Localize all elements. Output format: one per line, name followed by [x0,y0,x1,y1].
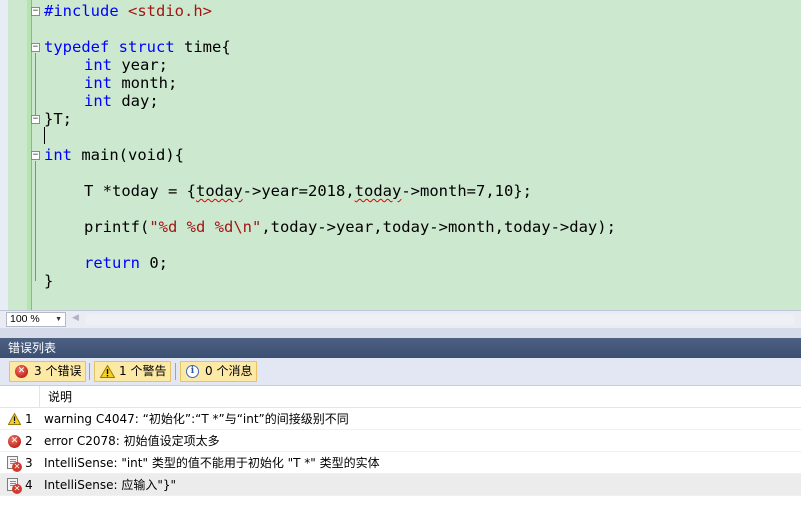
row-description: IntelliSense: 应输入"}" [44,478,177,492]
row-description: warning C4047: “初始化”:“T *”与“int”的间接级别不同 [44,412,349,426]
include-path: <stdio.h> [128,2,212,20]
main-fold-line [35,161,36,281]
errors-filter-label: 3 个错误 [34,364,82,378]
intellisense-error-icon: ✕ [7,478,22,494]
field-year: year; [112,56,168,74]
code-line-5[interactable]: int month; [84,74,177,92]
code-line-9[interactable]: int main(void){ [44,146,184,164]
struct-name: time{ [174,38,231,56]
code-line-6[interactable]: int day; [84,92,159,110]
messages-filter-label: 0 个消息 [205,364,253,378]
header-spacer [0,386,40,408]
collapse-struct-icon[interactable]: − [31,43,40,52]
struct-close: }T; [44,110,72,128]
decl-month-init: ->month=7,10}; [401,182,532,200]
warning-icon [100,365,115,378]
squiggle-today-2: today [354,182,402,200]
editor-margin [0,0,8,310]
code-line-7[interactable]: }T; [44,110,72,128]
int-keyword: int [84,92,112,110]
int-keyword: int [84,74,112,92]
format-string: "%d %d %d\n" [149,218,262,236]
printf-call: printf( [84,218,150,236]
squiggle-today-1: today [196,182,243,200]
field-month: month; [112,74,178,92]
return-keyword: return [84,254,140,272]
warnings-filter-label: 1 个警告 [119,364,167,378]
collapse-struct-end-icon[interactable]: − [31,115,40,124]
code-editor[interactable]: − − − − #include <stdio.h> typedef struc… [0,0,801,310]
error-list-table: 说明 1 warning C4047: “初始化”:“T *”与“int”的间接… [0,386,801,506]
return-value: 0; [140,254,168,272]
text-caret [44,127,45,144]
table-row[interactable]: 1 warning C4047: “初始化”:“T *”与“int”的间接级别不… [0,408,801,430]
horizontal-scrollbar[interactable] [86,314,794,325]
intellisense-error-icon: ✕ [7,456,22,472]
row-number: 4 [25,478,33,492]
code-line-4[interactable]: int year; [84,56,168,74]
table-header: 说明 [0,386,801,408]
code-line-13[interactable]: printf("%d %d %d\n",today->year,today->m… [84,218,616,236]
table-row[interactable]: ✕ 2 error C2078: 初始值设定项太多 [0,430,801,452]
int-keyword: int [44,146,72,164]
main-close: } [44,272,54,290]
decl-var: today [112,182,159,200]
code-line-16[interactable]: } [44,272,53,290]
zoom-dropdown[interactable]: 100 % ▼ [6,312,66,327]
collapse-main-icon[interactable]: − [31,151,40,160]
column-header-description[interactable]: 说明 [48,386,72,408]
messages-filter-button[interactable]: i 0 个消息 [180,361,258,382]
row-number: 3 [25,456,33,470]
struct-fold-line [35,53,36,116]
error-list-title: 错误列表 [0,338,801,358]
error-icon: ✕ [15,365,28,378]
chevron-down-icon: ▼ [55,316,62,323]
code-line-11[interactable]: T *today = {today->year=2018,today->mont… [84,182,532,200]
code-line-3[interactable]: typedef struct time{ [44,38,231,56]
info-icon: i [186,365,199,378]
field-day: day; [112,92,159,110]
toolbar-divider [89,363,90,380]
error-icon: ✕ [8,435,21,448]
scroll-left-icon[interactable]: ◀ [72,313,79,323]
typedef-keyword: typedef struct [44,38,175,56]
editor-status-bar: 100 % ▼ ◀ [0,310,801,328]
preprocessor-keyword: #include [44,2,128,20]
int-keyword: int [84,56,112,74]
row-number: 2 [25,434,33,448]
printf-args: ,today->year,today->month,today->day); [261,218,616,236]
errors-filter-button[interactable]: ✕ 3 个错误 [9,361,87,382]
code-line-1[interactable]: #include <stdio.h> [44,2,212,20]
row-number: 1 [25,412,33,426]
decl-assign: = { [158,182,196,200]
main-signature: main(void){ [72,146,184,164]
zoom-value: 100 % [10,313,40,325]
error-list-toolbar: ✕ 3 个错误 1 个警告 i 0 个消息 [0,358,801,386]
table-row-selected[interactable]: ✕ 4 IntelliSense: 应输入"}" [0,474,801,496]
warnings-filter-button[interactable]: 1 个警告 [94,361,172,382]
toolbar-divider [175,363,176,380]
code-line-15[interactable]: return 0; [84,254,168,272]
decl-type: T * [84,182,112,200]
collapse-include-icon[interactable]: − [31,7,40,16]
table-row[interactable]: ✕ 3 IntelliSense: "int" 类型的值不能用于初始化 "T *… [0,452,801,474]
decl-year-init: ->year=2018, [242,182,355,200]
warning-icon [8,413,21,425]
row-description: error C2078: 初始值设定项太多 [44,434,220,448]
row-description: IntelliSense: "int" 类型的值不能用于初始化 "T *" 类型… [44,456,380,470]
